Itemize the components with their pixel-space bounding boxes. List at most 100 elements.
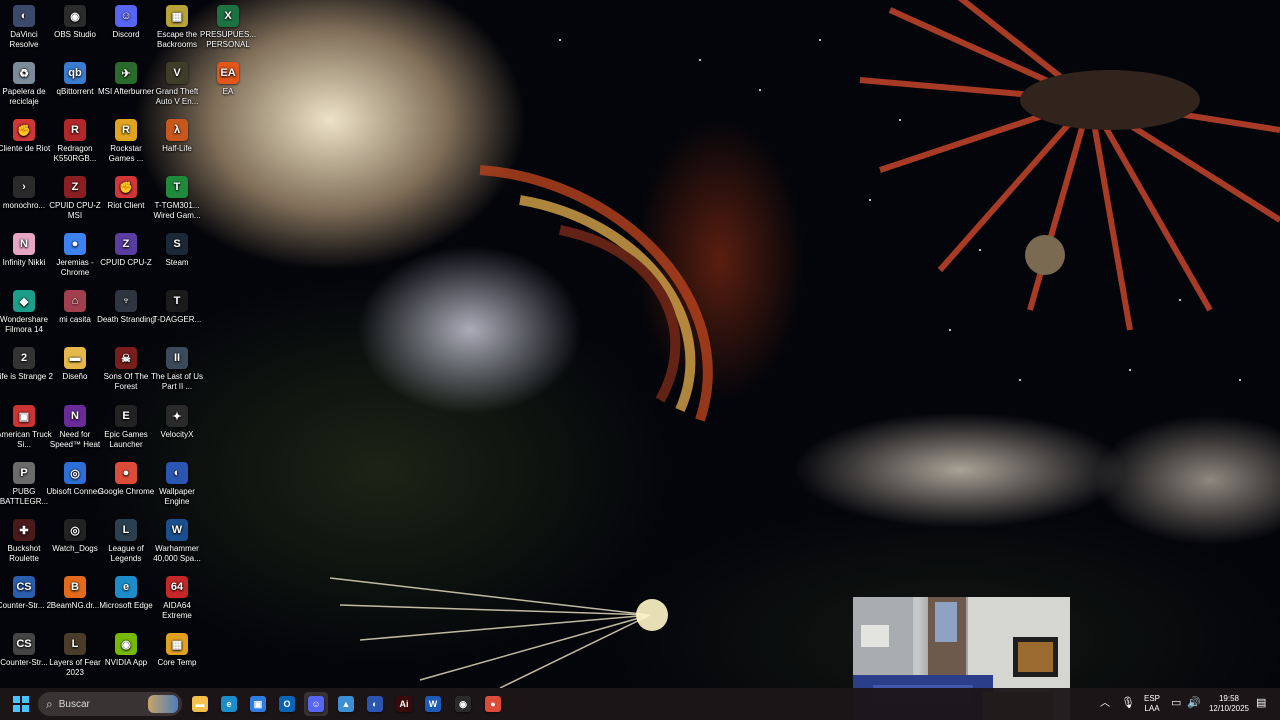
clock[interactable]: 19:58 12/10/2025 [1204, 694, 1254, 714]
taskbar-app-button[interactable]: Ai [392, 692, 416, 716]
network-icon[interactable]: ▭ [1171, 698, 1181, 709]
desktop-icon[interactable]: 64 AIDA64 Extreme [150, 576, 204, 621]
desktop-icon[interactable]: ☠ Sons Of The Forest [99, 347, 153, 392]
taskbar-app-button[interactable]: ◉ [451, 692, 475, 716]
start-button[interactable] [9, 692, 33, 716]
clock-time: 19:58 [1218, 694, 1240, 703]
desktop-icon[interactable]: e Microsoft Edge [99, 576, 153, 611]
volume-icon[interactable]: 🔊 [1187, 698, 1201, 709]
taskbar-app-button[interactable]: ▣ [246, 692, 270, 716]
desktop-icon[interactable]: L Layers of Fear 2023 [48, 633, 102, 678]
velocityx-icon: ✦ [166, 405, 188, 427]
desktop-icon-label: Diseño [62, 372, 88, 381]
desktop-icon-label: AIDA64 Extreme [162, 601, 192, 620]
qbittorrent-icon: qb [64, 62, 86, 84]
desktop-icon[interactable]: ✦ VelocityX [150, 405, 204, 440]
wallpaper-engine-icon: ◐ [166, 462, 188, 484]
desktop-icon[interactable]: ◎ Watch_Dogs [48, 519, 102, 554]
last-of-us-icon: II [166, 347, 188, 369]
desktop-icon[interactable]: B BeamNG.dr... [48, 576, 102, 611]
desktop-icon[interactable]: ◉ NVIDIA App [99, 633, 153, 668]
desktop-icon[interactable]: ◐ Wallpaper Engine [150, 462, 204, 507]
desktop-icon[interactable]: E Epic Games Launcher [99, 405, 153, 450]
desktop-icon[interactable]: Z CPUID CPU-Z [99, 233, 153, 268]
desktop-icon[interactable]: N Infinity Nikki [0, 233, 51, 268]
layers-of-fear-icon: L [64, 633, 86, 655]
desktop-icon[interactable]: V Grand Theft Auto V En... [150, 62, 204, 107]
desktop-icon[interactable]: W Warhammer 40,000 Spa... [150, 519, 204, 564]
desktop-icon[interactable]: R Rockstar Games ... [99, 119, 153, 164]
desktop-icon-label: Need for Speed™ Heat [49, 430, 101, 449]
taskbar-app-button[interactable]: ▲ [334, 692, 358, 716]
edge-icon: e [221, 696, 237, 712]
desktop-icon[interactable]: P PUBG BATTLEGR... [0, 462, 51, 507]
desktop-icon[interactable]: EA EA [201, 62, 255, 97]
desktop-icon[interactable]: ◐ DaVinci Resolve [0, 5, 51, 50]
cpuz-icon: Z [115, 233, 137, 255]
desktop-icon[interactable]: ◉ OBS Studio [48, 5, 102, 40]
discord-icon: ☺ [308, 696, 324, 712]
desktop-icon[interactable]: ⌂ mi casita [48, 290, 102, 325]
taskbar-app-button[interactable]: ◐ [363, 692, 387, 716]
desktop-icon[interactable]: ● Google Chrome [98, 462, 154, 497]
american-truck-icon: ▣ [13, 405, 35, 427]
desktop-icon[interactable]: R Redragon K550RGB... [48, 119, 102, 164]
desktop-icon[interactable]: Z CPUID CPU-Z MSI [48, 176, 102, 221]
desktop-icon-label: Grand Theft Auto V En... [155, 87, 199, 106]
nvidia-icon: ◉ [115, 633, 137, 655]
desktop-icon[interactable]: ▦ Escape the Backrooms [150, 5, 204, 50]
desktop-icon[interactable]: S Steam [150, 233, 204, 268]
desktop-icon[interactable]: ♻ Papelera de reciclaje [0, 62, 51, 107]
desktop-icon[interactable]: ● Jeremias - Chrome [48, 233, 102, 278]
taskbar-search-box[interactable]: ⌕ Buscar [38, 692, 182, 716]
taskbar-app-button[interactable]: ● [481, 692, 505, 716]
desktop-icon-label: BeamNG.dr... [50, 601, 100, 610]
davinci-resolve-icon: ◐ [13, 5, 35, 27]
desktop-icon-label: Death Stranding [97, 315, 155, 324]
taskbar-app-button[interactable]: O [275, 692, 299, 716]
desktop-icon[interactable]: ▣ American Truck Si... [0, 405, 52, 450]
desktop-icon[interactable]: 2 Life is Strange 2 [0, 347, 53, 382]
desktop-icon[interactable]: λ Half-Life [150, 119, 204, 154]
desktop-icon[interactable]: ✈ MSI Afterburner [98, 62, 154, 97]
gta-icon: V [166, 62, 188, 84]
desktop-icon[interactable]: qb qBittorrent [48, 62, 102, 97]
desktop-icon[interactable]: ✊ Cliente de Riot [0, 119, 51, 154]
thrustmaster-icon: T [166, 176, 188, 198]
desktop-icon-label: The Last of Us Part II ... [150, 372, 204, 391]
backrooms-icon: ▦ [166, 5, 188, 27]
desktop-icon[interactable]: ▦ Core Temp [150, 633, 204, 668]
rockstar-icon: R [115, 119, 137, 141]
desktop-icon-label: Discord [112, 30, 140, 39]
desktop-icon[interactable]: CS Counter-Str... [0, 633, 51, 668]
desktop-icon[interactable]: ✊ Riot Client [99, 176, 153, 211]
desktop-icon[interactable]: L League of Legends [99, 519, 153, 564]
desktop-icon[interactable]: ✚ Buckshot Roulette [0, 519, 51, 564]
desktop-icon[interactable]: ◎ Ubisoft Connect [47, 462, 103, 497]
desktop-icon-label: Warhammer 40,000 Spa... [153, 544, 201, 563]
game-icon: ⌂ [64, 290, 86, 312]
taskbar-app-button[interactable]: e [217, 692, 241, 716]
desktop-icon-label: Half-Life [162, 144, 192, 153]
wallpaper-engine-icon: ◐ [367, 696, 383, 712]
desktop-icon[interactable]: ☺ Discord [99, 5, 153, 40]
desktop-icon[interactable]: ◆ Wondershare Filmora 14 [0, 290, 51, 335]
photos-icon: ▲ [338, 696, 354, 712]
taskbar-app-button[interactable]: W [421, 692, 445, 716]
desktop-icon[interactable]: ♆ Death Stranding [97, 290, 155, 325]
desktop-icon-label: VelocityX [160, 430, 194, 439]
notifications-icon[interactable]: ▤ [1256, 698, 1266, 709]
language-indicator[interactable]: ESP LAA [1142, 694, 1162, 714]
taskbar-app-button[interactable]: ☺ [304, 692, 328, 716]
tray-overflow-icon[interactable]: ︿ [1100, 699, 1110, 709]
desktop-icon[interactable]: N Need for Speed™ Heat [48, 405, 102, 450]
desktop-icon[interactable]: II The Last of Us Part II ... [150, 347, 204, 392]
taskbar-app-button[interactable]: ▬ [188, 692, 212, 716]
desktop-icon[interactable]: T T-DAGGER... [150, 290, 204, 325]
desktop-icon[interactable]: X PRESUPUES... PERSONAL [200, 5, 256, 50]
microphone-icon[interactable]: 🎙 [1121, 698, 1135, 709]
desktop-icon[interactable]: › monochro... [0, 176, 51, 211]
desktop-icon[interactable]: T T-TGM301... Wired Gam... [150, 176, 204, 221]
desktop-icon[interactable]: CS Counter-Str... 2 [0, 576, 51, 611]
desktop-icon[interactable]: ▬ Diseño [48, 347, 102, 382]
